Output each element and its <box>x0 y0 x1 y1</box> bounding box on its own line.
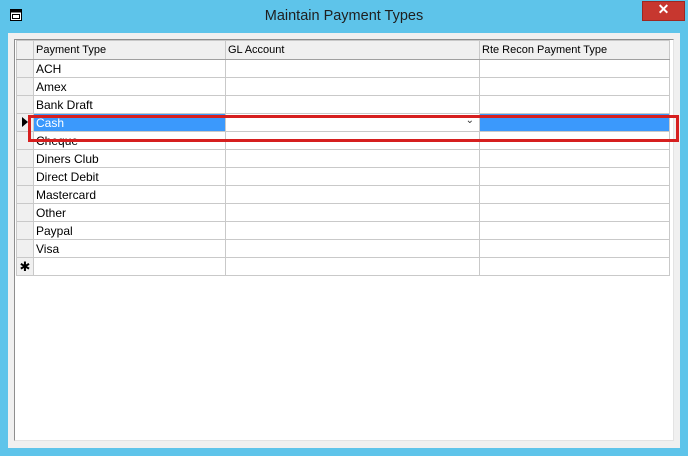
current-row-arrow-icon <box>22 117 28 128</box>
cell-gl-account[interactable] <box>225 149 480 168</box>
cell-payment-type[interactable]: Bank Draft <box>33 95 226 114</box>
row-selector[interactable] <box>16 149 34 168</box>
row-selector[interactable]: ✱ <box>16 257 34 276</box>
dropdown-arrow-icon[interactable]: ⌄ <box>466 115 474 126</box>
row-selector[interactable] <box>16 59 34 78</box>
table-row[interactable]: Visa <box>16 239 670 258</box>
cell-rte-recon-payment-type[interactable] <box>479 221 670 240</box>
cell-payment-type[interactable]: Mastercard <box>33 185 226 204</box>
cell-payment-type[interactable]: Cheque <box>33 131 226 150</box>
cell-rte-recon-payment-type[interactable] <box>479 203 670 222</box>
row-selector[interactable] <box>16 77 34 96</box>
close-button[interactable]: ✕ <box>642 1 685 21</box>
cell-payment-type[interactable]: ACH <box>33 59 226 78</box>
column-header-rte-recon-payment-type[interactable]: Rte Recon Payment Type <box>479 40 670 60</box>
cell-rte-recon-payment-type[interactable] <box>479 257 670 276</box>
cell-rte-recon-payment-type[interactable] <box>479 167 670 186</box>
cell-gl-account[interactable] <box>225 239 480 258</box>
cell-gl-account[interactable] <box>225 185 480 204</box>
cell-gl-account[interactable]: ⌄ <box>225 113 480 132</box>
row-selector[interactable] <box>16 113 34 132</box>
table-row[interactable]: Direct Debit <box>16 167 670 186</box>
table-row[interactable]: Other <box>16 203 670 222</box>
grid-table: Payment Type GL Account Rte Recon Paymen… <box>16 40 670 276</box>
cell-payment-type[interactable]: Amex <box>33 77 226 96</box>
table-row[interactable]: Paypal <box>16 221 670 240</box>
cell-payment-type[interactable]: Direct Debit <box>33 167 226 186</box>
row-selector[interactable] <box>16 239 34 258</box>
row-selector[interactable] <box>16 185 34 204</box>
cell-payment-type[interactable]: Diners Club <box>33 149 226 168</box>
new-record-row[interactable]: ✱ <box>16 257 670 276</box>
row-selector[interactable] <box>16 131 34 150</box>
cell-gl-account[interactable] <box>225 203 480 222</box>
row-selector[interactable] <box>16 95 34 114</box>
cell-gl-account[interactable] <box>225 77 480 96</box>
gl-account-combo[interactable]: ⌄ <box>228 115 477 131</box>
cell-payment-type[interactable]: Visa <box>33 239 226 258</box>
new-record-icon: ✱ <box>19 259 31 274</box>
row-selector[interactable] <box>16 203 34 222</box>
table-row[interactable]: Bank Draft <box>16 95 670 114</box>
cell-gl-account[interactable] <box>225 257 480 276</box>
cell-gl-account[interactable] <box>225 167 480 186</box>
row-selector[interactable] <box>16 221 34 240</box>
cell-rte-recon-payment-type[interactable] <box>479 185 670 204</box>
cell-payment-type[interactable]: Paypal <box>33 221 226 240</box>
table-row[interactable]: Diners Club <box>16 149 670 168</box>
cell-rte-recon-payment-type[interactable] <box>479 113 670 132</box>
window: Maintain Payment Types ✕ Payment Type GL… <box>0 0 688 456</box>
table-row[interactable]: Cash ⌄ <box>16 113 670 132</box>
cell-payment-type[interactable]: Other <box>33 203 226 222</box>
cell-rte-recon-payment-type[interactable] <box>479 59 670 78</box>
table-row[interactable]: Cheque <box>16 131 670 150</box>
cell-gl-account[interactable] <box>225 221 480 240</box>
column-header-payment-type[interactable]: Payment Type <box>33 40 226 60</box>
cell-gl-account[interactable] <box>225 59 480 78</box>
header-row: Payment Type GL Account Rte Recon Paymen… <box>16 40 670 60</box>
client-area: Payment Type GL Account Rte Recon Paymen… <box>8 33 680 448</box>
window-title: Maintain Payment Types <box>264 8 424 24</box>
cell-gl-account[interactable] <box>225 95 480 114</box>
table-row[interactable]: ACH <box>16 59 670 78</box>
row-selector[interactable] <box>16 167 34 186</box>
cell-rte-recon-payment-type[interactable] <box>479 239 670 258</box>
cell-rte-recon-payment-type[interactable] <box>479 131 670 150</box>
cell-rte-recon-payment-type[interactable] <box>479 149 670 168</box>
title-bar[interactable]: Maintain Payment Types ✕ <box>0 0 688 33</box>
cell-rte-recon-payment-type[interactable] <box>479 77 670 96</box>
column-header-gl-account[interactable]: GL Account <box>225 40 480 60</box>
table-row[interactable]: Amex <box>16 77 670 96</box>
payment-types-grid[interactable]: Payment Type GL Account Rte Recon Paymen… <box>14 39 674 441</box>
table-row[interactable]: Mastercard <box>16 185 670 204</box>
cell-gl-account[interactable] <box>225 131 480 150</box>
header-corner[interactable] <box>16 40 34 60</box>
cell-rte-recon-payment-type[interactable] <box>479 95 670 114</box>
close-icon: ✕ <box>657 1 670 17</box>
cell-payment-type[interactable] <box>33 257 226 276</box>
cell-payment-type[interactable]: Cash <box>33 113 226 132</box>
